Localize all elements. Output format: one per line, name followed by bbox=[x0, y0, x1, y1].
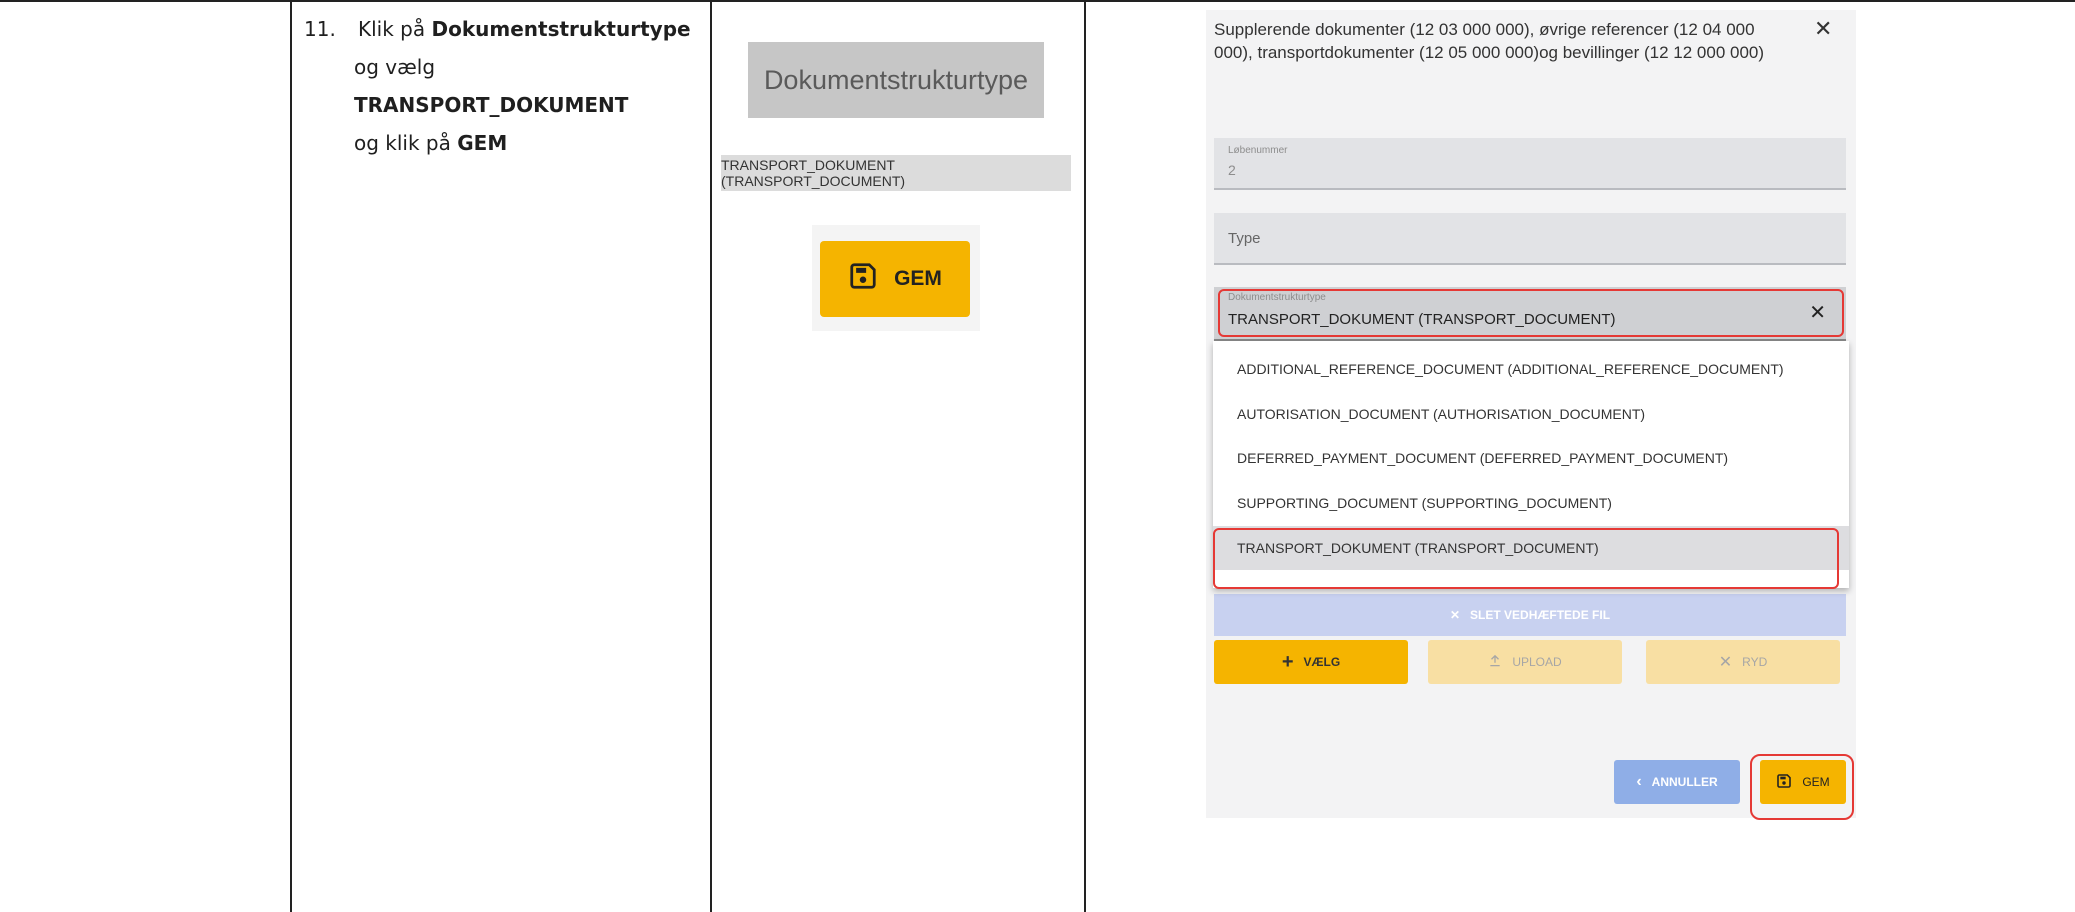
instruction-text: 11. Klik på Dokumentstrukturtype og vælg … bbox=[300, 10, 700, 162]
dropdown-option[interactable]: ADDITIONAL_REFERENCE_DOCUMENT (ADDITIONA… bbox=[1213, 347, 1849, 391]
table-divider-2 bbox=[710, 0, 712, 912]
instruction-line-3: TRANSPORT_DOKUMENT bbox=[300, 86, 700, 124]
highlight-select-box bbox=[1218, 289, 1844, 337]
table-top-border bbox=[0, 0, 2075, 2]
close-icon[interactable]: ✕ bbox=[1814, 16, 1832, 42]
dropdown-option[interactable]: AUTORISATION_DOCUMENT (AUTHORISATION_DOC… bbox=[1213, 392, 1849, 436]
instruction-line-4: og klik på GEM bbox=[300, 124, 700, 162]
annuller-label: ANNULLER bbox=[1651, 775, 1718, 789]
option-label: ADDITIONAL_REFERENCE_DOCUMENT (ADDITIONA… bbox=[1237, 361, 1784, 377]
illustration-option: TRANSPORT_DOKUMENT (TRANSPORT_DOCUMENT) bbox=[721, 155, 1071, 191]
instruction-bold-1: Dokumentstrukturtype bbox=[431, 17, 691, 41]
plus-icon: + bbox=[1281, 650, 1294, 673]
option-label: DEFERRED_PAYMENT_DOCUMENT (DEFERRED_PAYM… bbox=[1237, 450, 1729, 466]
upload-icon bbox=[1488, 654, 1502, 671]
instruction-line-1: 11. Klik på Dokumentstrukturtype bbox=[300, 10, 700, 48]
vaelg-label: VÆLG bbox=[1303, 655, 1341, 669]
lobenummer-field: Løbenummer 2 bbox=[1214, 138, 1846, 190]
option-label: AUTORISATION_DOCUMENT (AUTHORISATION_DOC… bbox=[1237, 406, 1646, 422]
slet-label: SLET VEDHÆFTEDE FIL bbox=[1470, 608, 1611, 622]
lobenummer-value: 2 bbox=[1228, 162, 1236, 178]
annuller-button[interactable]: ‹ ANNULLER bbox=[1614, 760, 1740, 804]
instruction-text-4: og klik på bbox=[354, 131, 458, 155]
highlight-gem-button bbox=[1750, 754, 1854, 820]
illustration-gem-button: GEM bbox=[820, 241, 970, 317]
illustration-gem-wrap: GEM bbox=[812, 225, 980, 331]
dialog-title: Supplerende dokumenter (12 03 000 000), … bbox=[1214, 20, 1765, 62]
type-placeholder: Type bbox=[1228, 230, 1261, 247]
instruction-text-1: Klik på bbox=[358, 17, 432, 41]
highlight-selected-option bbox=[1213, 528, 1839, 589]
step-number: 11. bbox=[304, 17, 336, 41]
table-divider-1 bbox=[290, 0, 292, 912]
option-label: SUPPORTING_DOCUMENT (SUPPORTING_DOCUMENT… bbox=[1237, 495, 1612, 511]
close-icon: ✕ bbox=[1718, 654, 1733, 671]
slet-vedhaeftede-fil-button[interactable]: ✕ SLET VEDHÆFTEDE FIL bbox=[1214, 594, 1846, 636]
instruction-bold-3: TRANSPORT_DOKUMENT bbox=[354, 93, 629, 117]
illustration-gem-label: GEM bbox=[894, 267, 942, 290]
chevron-left-icon: ‹ bbox=[1636, 773, 1642, 790]
instruction-bold-4: GEM bbox=[457, 131, 508, 155]
close-icon: ✕ bbox=[1449, 608, 1461, 622]
instruction-line-2: og vælg bbox=[354, 55, 436, 79]
upload-button[interactable]: UPLOAD bbox=[1428, 640, 1622, 684]
upload-label: UPLOAD bbox=[1512, 655, 1562, 669]
ryd-button[interactable]: ✕ RYD bbox=[1646, 640, 1840, 684]
type-field[interactable]: Type bbox=[1214, 213, 1846, 265]
ryd-label: RYD bbox=[1742, 655, 1768, 669]
dropdown-option[interactable]: DEFERRED_PAYMENT_DOCUMENT (DEFERRED_PAYM… bbox=[1213, 436, 1849, 480]
illustration-field-label: Dokumentstrukturtype bbox=[748, 42, 1044, 118]
vaelg-button[interactable]: + VÆLG bbox=[1214, 640, 1408, 684]
table-divider-3 bbox=[1084, 0, 1086, 912]
save-icon bbox=[848, 261, 878, 297]
document-page: 11. Klik på Dokumentstrukturtype og vælg … bbox=[0, 0, 2075, 912]
lobenummer-label: Løbenummer bbox=[1228, 145, 1288, 156]
dropdown-option[interactable]: SUPPORTING_DOCUMENT (SUPPORTING_DOCUMENT… bbox=[1213, 481, 1849, 525]
document-dialog: Supplerende dokumenter (12 03 000 000), … bbox=[1206, 10, 1856, 818]
